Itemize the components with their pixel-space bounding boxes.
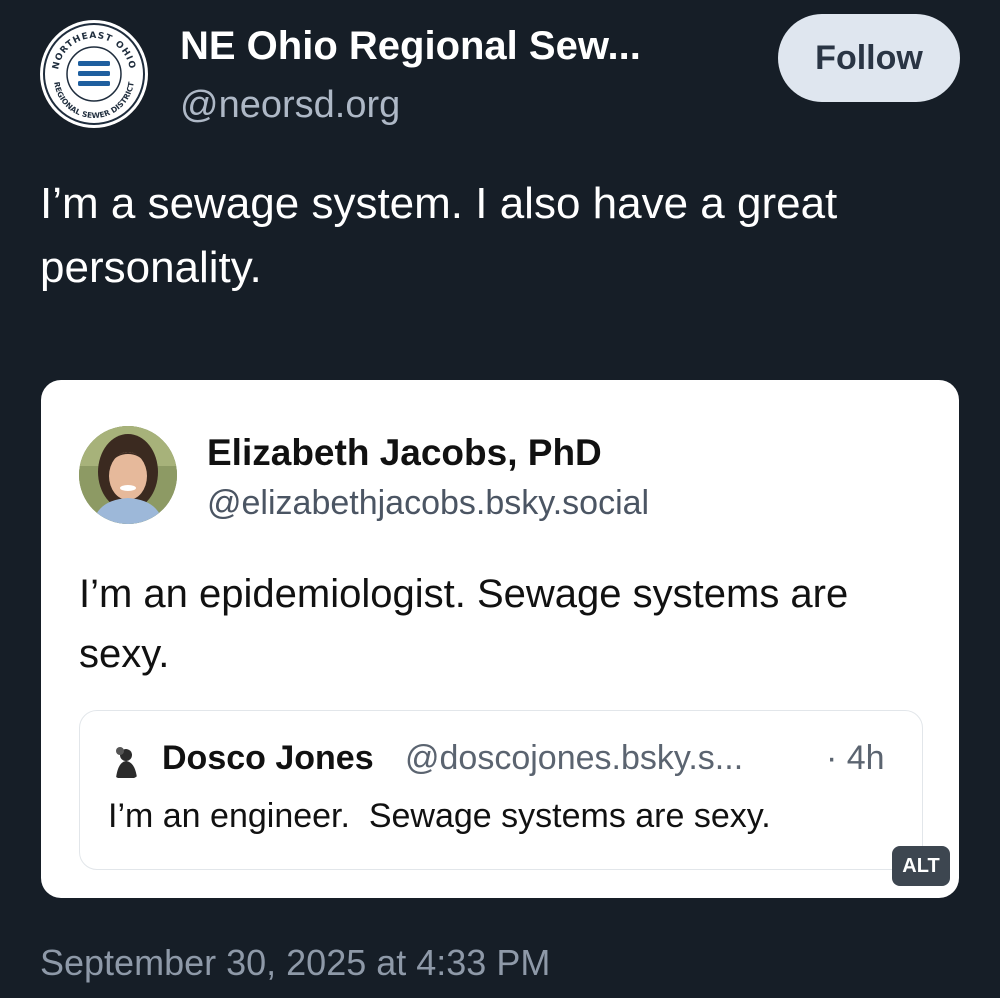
post-header: NORTHEAST OHIO REGIONAL SEWER DISTRICT N… — [40, 14, 960, 128]
quote-author-name[interactable]: Elizabeth Jacobs, PhD — [207, 432, 602, 474]
nested-author-handle[interactable]: @doscojones.bsky.s... — [405, 739, 743, 778]
quote-text: I’m an epidemiologist. Sewage systems ar… — [79, 572, 849, 676]
silhouette-image — [108, 744, 144, 780]
nested-author-avatar[interactable] — [108, 744, 144, 780]
neorsd-logo: NORTHEAST OHIO REGIONAL SEWER DISTRICT — [43, 23, 145, 125]
post-timestamp: September 30, 2025 at 4:33 PM — [40, 942, 551, 983]
nested-post-time: · 4h — [826, 739, 885, 777]
nested-author-name[interactable]: Dosco Jones — [162, 739, 374, 778]
quote-author-avatar[interactable] — [79, 426, 177, 524]
author-display-name[interactable]: NE Ohio Regional Sew... — [180, 24, 641, 69]
nested-post-text: I’m an engineer. Sewage systems are sexy… — [108, 797, 771, 835]
quoted-post-card[interactable]: Elizabeth Jacobs, PhD @elizabethjacobs.b… — [41, 380, 959, 898]
portrait-image — [79, 426, 177, 524]
water-waves-icon — [78, 61, 110, 86]
alt-text-badge[interactable]: ALT — [892, 846, 950, 886]
quote-author-handle[interactable]: @elizabethjacobs.bsky.social — [207, 484, 649, 523]
author-handle[interactable]: @neorsd.org — [180, 84, 400, 127]
author-avatar[interactable]: NORTHEAST OHIO REGIONAL SEWER DISTRICT — [40, 20, 148, 128]
nested-quoted-post[interactable]: Dosco Jones @doscojones.bsky.s... · 4h I… — [79, 710, 923, 870]
follow-button[interactable]: Follow — [778, 14, 960, 102]
post-text: I’m a sewage system. I also have a great… — [40, 179, 838, 292]
